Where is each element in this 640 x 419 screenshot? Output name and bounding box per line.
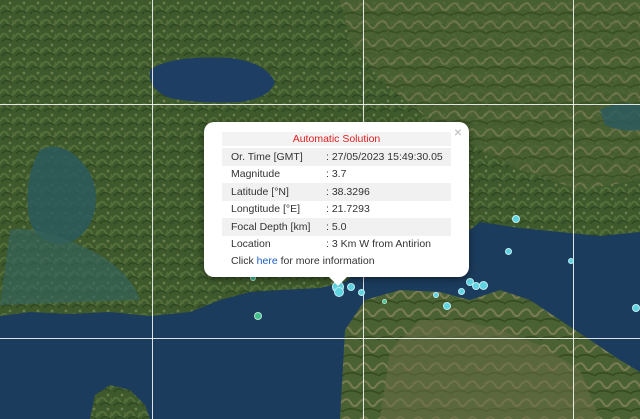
earthquake-marker[interactable] [479, 281, 488, 290]
earthquake-details-table: Or. Time [GMT] : 27/05/2023 15:49:30.05 … [222, 148, 451, 253]
map-view[interactable]: × Automatic Solution Or. Time [GMT] : 27… [0, 0, 640, 419]
magnitude-value: : 3.7 [326, 168, 347, 181]
table-row: Longtitude [°E] : 21.7293 [222, 201, 451, 219]
table-row: Latitude [°N] : 38.3296 [222, 183, 451, 201]
earthquake-marker[interactable] [382, 299, 387, 304]
close-icon[interactable]: × [454, 125, 462, 139]
magnitude-label: Magnitude [231, 168, 281, 181]
earthquake-marker[interactable] [505, 248, 512, 255]
location-label: Location [231, 238, 271, 251]
earthquake-marker[interactable] [347, 283, 355, 291]
more-info-prefix: Click [231, 255, 257, 267]
earthquake-info-popup: × Automatic Solution Or. Time [GMT] : 27… [204, 122, 469, 277]
earthquake-marker[interactable] [512, 215, 520, 223]
grid-line-vertical [573, 0, 574, 419]
earthquake-marker[interactable] [358, 289, 365, 296]
origin-time-value: : 27/05/2023 15:49:30.05 [317, 148, 451, 166]
more-info-suffix: for more information [277, 255, 375, 267]
earthquake-marker[interactable] [632, 304, 640, 312]
table-row: Magnitude : 3.7 [222, 166, 451, 184]
earthquake-marker[interactable] [458, 288, 465, 295]
earthquake-marker[interactable] [568, 258, 574, 264]
focal-depth-label: Focal Depth [km] [222, 218, 317, 236]
latitude-label: Latitude [°N] [222, 183, 317, 201]
popup-title: Automatic Solution [222, 132, 451, 146]
focal-depth-value: : 5.0 [317, 218, 451, 236]
origin-time-label: Or. Time [GMT] [222, 148, 317, 166]
longitude-label: Longtitude [°E] [231, 203, 300, 216]
earthquake-marker[interactable] [433, 292, 439, 298]
grid-line-horizontal [0, 338, 640, 339]
earthquake-marker[interactable] [334, 287, 344, 297]
more-info-line: Click here for more information [222, 255, 451, 267]
table-row: Location : 3 Km W from Antirion [222, 236, 451, 254]
location-value: : 3 Km W from Antirion [326, 238, 432, 251]
more-info-link[interactable]: here [257, 255, 278, 267]
table-row: Focal Depth [km] : 5.0 [222, 218, 451, 236]
table-row: Or. Time [GMT] : 27/05/2023 15:49:30.05 [222, 148, 451, 166]
latitude-value: : 38.3296 [317, 183, 451, 201]
grid-line-vertical [152, 0, 153, 419]
earthquake-marker[interactable] [254, 312, 262, 320]
popup-pointer [328, 276, 348, 286]
grid-line-horizontal [0, 104, 640, 105]
earthquake-marker[interactable] [443, 302, 451, 310]
longitude-value: : 21.7293 [326, 203, 370, 216]
